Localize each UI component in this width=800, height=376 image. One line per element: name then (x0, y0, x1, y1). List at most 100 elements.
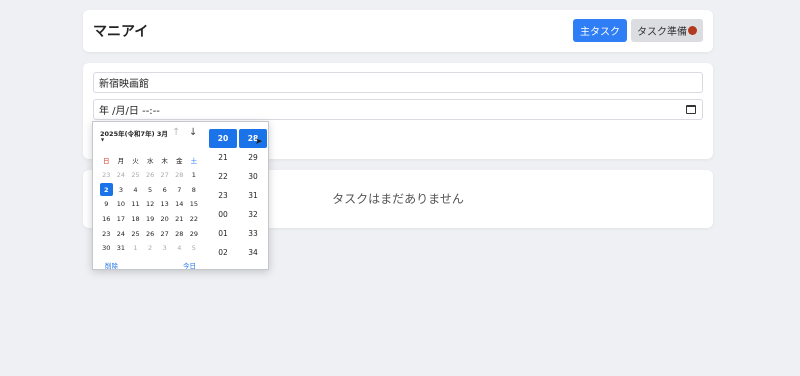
day-cell[interactable]: 15 (187, 197, 202, 212)
day-cell[interactable]: 12 (143, 197, 158, 212)
app-title: マニアイ (93, 24, 149, 40)
hour-option[interactable]: 22 (209, 167, 237, 186)
day-cell[interactable]: 29 (187, 226, 202, 241)
minute-column[interactable]: 28 29 30 31 32 33 34 (239, 129, 267, 262)
selected-day[interactable]: 2 (99, 182, 114, 197)
hour-option[interactable]: 23 (209, 186, 237, 205)
day-cell[interactable]: 31 (114, 241, 129, 256)
day-cell[interactable]: 26 (143, 226, 158, 241)
day-cell[interactable]: 25 (128, 226, 143, 241)
day-cell[interactable]: 26 (143, 168, 158, 183)
day-number: 31 (116, 244, 126, 253)
day-cell[interactable]: 1 (187, 168, 202, 183)
day-number: 18 (131, 215, 140, 224)
day-cell[interactable]: 21 (172, 212, 187, 227)
day-cell[interactable]: 25 (128, 168, 143, 183)
day-number: 27 (160, 171, 169, 180)
day-cell[interactable]: 24 (114, 168, 129, 183)
mouse-pointer-icon: ➤ (255, 137, 263, 147)
day-cell[interactable]: 5 (187, 241, 202, 256)
minute-option[interactable]: 31 (239, 186, 267, 205)
day-cell[interactable]: 13 (157, 197, 172, 212)
day-number: 20 (160, 215, 169, 224)
hour-option[interactable]: 01 (209, 224, 237, 243)
hour-column[interactable]: 20 21 22 23 00 01 02 (209, 129, 237, 262)
hour-option[interactable]: 02 (209, 243, 237, 262)
day-cell[interactable]: 22 (187, 212, 202, 227)
day-cell[interactable]: 3 (114, 182, 129, 197)
day-cell[interactable]: 19 (143, 212, 158, 227)
day-cell[interactable]: 8 (187, 182, 202, 197)
day-cell[interactable]: 4 (128, 182, 143, 197)
day-cell[interactable]: 10 (114, 197, 129, 212)
datetime-value: 年 /月/日 --:-- (99, 106, 160, 117)
minute-option[interactable]: 32 (239, 205, 267, 224)
day-cell[interactable]: 20 (157, 212, 172, 227)
task-prep-button[interactable]: タスク準備 (631, 19, 703, 42)
red-dot-icon (688, 26, 697, 35)
day-number: 26 (145, 229, 155, 238)
main-task-button[interactable]: 主タスク (573, 19, 627, 42)
day-number: 15 (189, 200, 198, 209)
day-number: 1 (191, 171, 196, 180)
day-cell[interactable]: 1 (128, 241, 143, 256)
day-number: 12 (145, 200, 155, 209)
day-cell[interactable]: 7 (172, 182, 187, 197)
datetime-input[interactable]: 年 /月/日 --:-- (93, 99, 703, 120)
day-number: 5 (191, 244, 196, 253)
day-cell[interactable]: 18 (128, 212, 143, 227)
day-number: 24 (116, 171, 126, 180)
day-cell[interactable]: 3 (157, 241, 172, 256)
day-cell[interactable]: 16 (99, 212, 114, 227)
day-number: 3 (162, 244, 167, 253)
month-selector[interactable]: 2025年(令和7年) 3月 (100, 128, 168, 138)
prev-month-arrow-icon[interactable]: ↑ (172, 127, 180, 138)
minute-option[interactable]: 30 (239, 167, 267, 186)
calendar-icon[interactable] (686, 105, 696, 114)
today-button[interactable]: 今日 (183, 260, 196, 270)
day-cell[interactable]: 4 (172, 241, 187, 256)
day-number: 13 (160, 200, 169, 209)
day-cell[interactable]: 30 (99, 241, 114, 256)
day-cell[interactable]: 2 (143, 241, 158, 256)
day-cell[interactable]: 24 (114, 226, 129, 241)
day-number: 8 (191, 185, 196, 194)
weekday-header: 火 (132, 157, 139, 166)
hour-option[interactable]: 20 (209, 129, 237, 148)
minute-option[interactable]: 34 (239, 243, 267, 262)
day-cell[interactable]: 27 (157, 226, 172, 241)
day-cell[interactable]: 14 (172, 197, 187, 212)
day-cell[interactable]: 28 (172, 226, 187, 241)
minute-option[interactable]: 33 (239, 224, 267, 243)
weekday-header: 日 (103, 157, 110, 166)
day-number: 2 (148, 244, 153, 253)
task-prep-label: タスク準備 (637, 27, 687, 38)
day-number: 6 (162, 185, 167, 194)
day-number: 17 (116, 215, 126, 224)
weekday-header: 土 (190, 157, 198, 166)
day-number: 30 (102, 244, 111, 253)
weekday-header: 水 (146, 157, 154, 166)
day-number: 29 (189, 229, 198, 238)
month-dropdown-icon[interactable]: ▼ (101, 137, 104, 142)
app-header: マニアイ 主タスク タスク準備 (83, 10, 713, 52)
hour-option[interactable]: 21 (209, 148, 237, 167)
day-cell[interactable]: 9 (99, 197, 114, 212)
day-cell[interactable]: 6 (157, 182, 172, 197)
day-cell[interactable]: 23 (99, 226, 114, 241)
clear-button[interactable]: 削除 (105, 260, 118, 270)
minute-option[interactable]: 29 (239, 148, 267, 167)
day-cell[interactable]: 28 (172, 168, 187, 183)
datetime-picker-popup: 2025年(令和7年) 3月 ▼ ↑ ↓ 日月火水木金土 23 24 25 26 27 28… (92, 121, 269, 270)
task-title-input[interactable]: 新宿映画館 (93, 72, 703, 93)
day-cell[interactable]: 11 (128, 197, 143, 212)
next-month-arrow-icon[interactable]: ↓ (189, 127, 197, 138)
day-number: 10 (116, 200, 126, 209)
hour-option[interactable]: 00 (209, 205, 237, 224)
day-cell[interactable]: 27 (157, 168, 172, 183)
day-cell[interactable]: 5 (143, 182, 158, 197)
day-cell[interactable]: 17 (114, 212, 129, 227)
day-number: 28 (175, 229, 184, 238)
day-cell[interactable]: 23 (99, 168, 114, 183)
day-number: 1 (133, 244, 138, 253)
